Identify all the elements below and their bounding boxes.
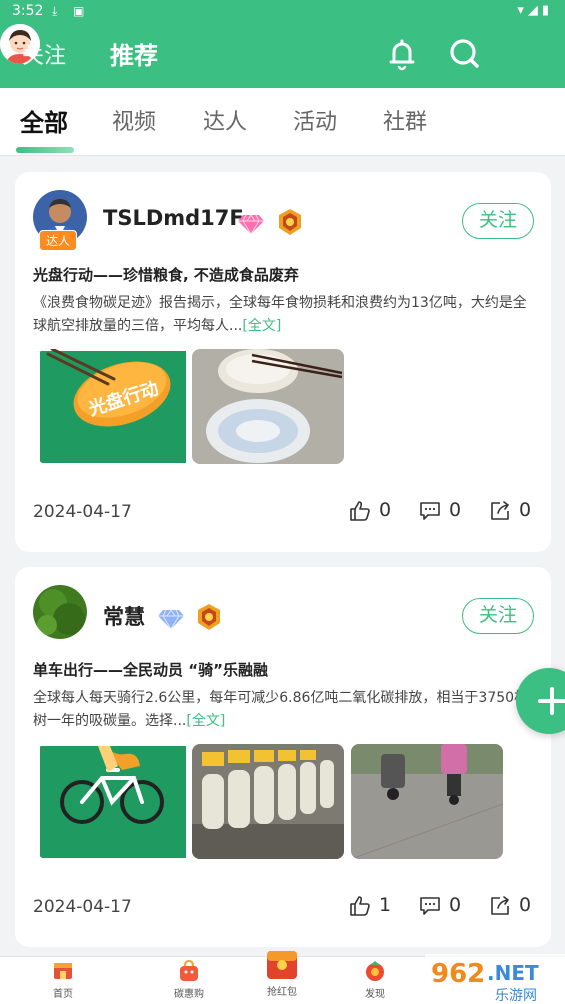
- tab-activity[interactable]: 活动: [293, 104, 337, 136]
- share-icon: [491, 896, 509, 915]
- nav-label: 首页: [53, 989, 73, 1000]
- post-excerpt: 全球每人每天骑行2.6公里，每年可减少6.86亿吨二氧化碳排放，相当于3750棵…: [33, 690, 529, 729]
- influencer-badge: 达人: [39, 230, 78, 251]
- signal-battery-icons: ▾◢▮: [517, 3, 553, 18]
- post-body[interactable]: 全球每人每天骑行2.6公里，每年可减少6.86亿吨二氧化碳排放，相当于3750棵…: [33, 687, 539, 733]
- shopping-bag-icon: [177, 959, 201, 983]
- search-icon[interactable]: [445, 34, 485, 74]
- post-card[interactable]: 达人 TSLDmd17F 关注 光盘行动——珍惜粮食, 不造成食品废弃 《浪费食…: [15, 172, 551, 552]
- post-date: 2024-04-17: [33, 897, 132, 917]
- read-more-link[interactable]: [全文]: [242, 318, 281, 334]
- nav-label: 碳惠购: [174, 989, 204, 1000]
- tab-video[interactable]: 视频: [112, 104, 156, 136]
- diamond-icon: [237, 209, 265, 237]
- status-time: 3:52: [12, 3, 44, 19]
- diamond-icon: [157, 604, 185, 632]
- top-bar: 关注 推荐: [0, 24, 565, 88]
- comment-icon: [420, 502, 440, 520]
- red-packet-icon: [265, 947, 299, 981]
- comment-icon: [420, 897, 440, 915]
- post-title[interactable]: 单车出行——全民动员 “骑”乐融融: [33, 659, 268, 680]
- share-count: 0: [519, 499, 532, 521]
- post-image[interactable]: [192, 349, 344, 464]
- follow-button[interactable]: 关注: [462, 203, 534, 239]
- share-count: 0: [519, 894, 532, 916]
- post-card[interactable]: 常慧 关注 单车出行——全民动员 “骑”乐融融 全球每人每天骑行2.6公里，每年…: [15, 567, 551, 947]
- comment-count: 0: [449, 894, 462, 916]
- tab-all[interactable]: 全部: [20, 103, 68, 138]
- read-more-link[interactable]: [全文]: [186, 713, 225, 729]
- svg-text:乐游网: 乐游网: [495, 988, 537, 1004]
- follow-button[interactable]: 关注: [462, 598, 534, 634]
- category-tabs: 全部 视频 达人 活动 社群: [0, 88, 565, 156]
- nav-carbon-shop[interactable]: 碳惠购: [154, 959, 224, 1000]
- like-count: 1: [379, 894, 392, 916]
- author-avatar[interactable]: [33, 585, 87, 639]
- watermark-logo: 962 .NET 乐游网: [425, 954, 565, 1004]
- thumbs-up-icon: [350, 896, 370, 916]
- post-image[interactable]: 光盘行动: [38, 349, 190, 464]
- post-title[interactable]: 光盘行动——珍惜粮食, 不造成食品废弃: [33, 264, 299, 285]
- comment-count: 0: [449, 499, 462, 521]
- tab-follow[interactable]: 关注: [22, 38, 66, 70]
- author-name[interactable]: 常慧: [103, 601, 145, 631]
- svg-text:962: 962: [431, 959, 485, 989]
- add-post-button[interactable]: [516, 668, 565, 734]
- nav-red-packet[interactable]: 抢红包: [247, 947, 317, 998]
- nav-discover[interactable]: 发现: [340, 959, 410, 1000]
- download-icon: ⤓ ▣: [52, 4, 91, 18]
- active-tab-indicator: [16, 147, 74, 153]
- home-icon: [51, 959, 75, 983]
- post-image[interactable]: [351, 744, 503, 859]
- svg-text:.NET: .NET: [487, 961, 539, 985]
- tab-influencer[interactable]: 达人: [203, 104, 247, 136]
- share-icon: [491, 501, 509, 520]
- post-date: 2024-04-17: [33, 502, 132, 522]
- post-image[interactable]: [192, 744, 344, 859]
- tab-recommend[interactable]: 推荐: [110, 36, 158, 71]
- plus-icon: [538, 687, 565, 715]
- tab-community[interactable]: 社群: [383, 104, 427, 136]
- medal-icon: [277, 208, 303, 236]
- medal-icon: [196, 603, 222, 631]
- bell-icon[interactable]: [382, 34, 422, 74]
- post-body[interactable]: 《浪费食物碳足迹》报告揭示，全球每年食物损耗和浪费约为13亿吨，大约是全球航空排…: [33, 292, 539, 338]
- author-name[interactable]: TSLDmd17F: [103, 206, 244, 230]
- discover-icon: [363, 959, 387, 983]
- status-bar: 3:52 ⤓ ▣ ▾◢▮: [0, 0, 565, 24]
- nav-home[interactable]: 首页: [28, 959, 98, 1000]
- nav-label: 抢红包: [267, 987, 297, 998]
- like-count: 0: [379, 499, 392, 521]
- thumbs-up-icon: [350, 501, 370, 521]
- nav-label: 发现: [365, 989, 385, 1000]
- post-image[interactable]: [38, 744, 190, 859]
